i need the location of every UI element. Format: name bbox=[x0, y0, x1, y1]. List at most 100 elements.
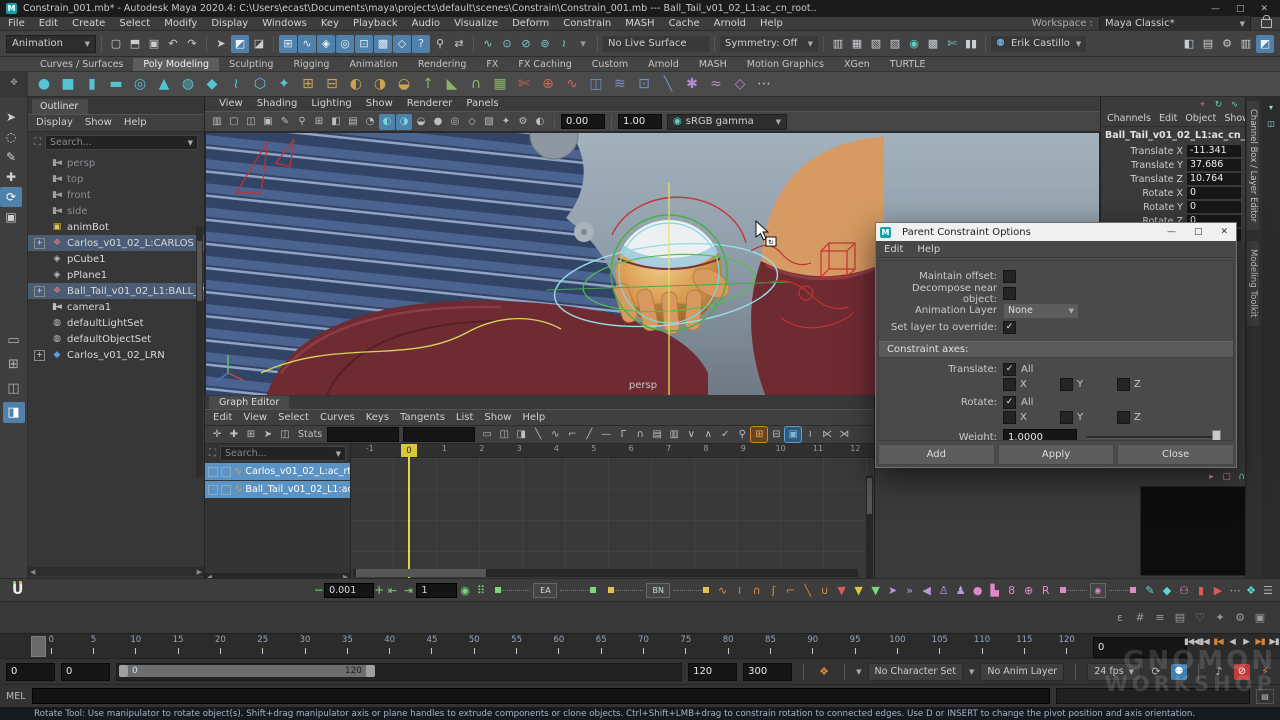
outliner-search-input[interactable]: Search...▼ bbox=[45, 135, 198, 150]
outliner-item[interactable]: ◍ defaultLightSet bbox=[28, 315, 204, 331]
render-cut-icon[interactable]: ✄ bbox=[943, 35, 961, 53]
channel-box-menu-item[interactable]: Object bbox=[1185, 113, 1216, 124]
play-backwards-button[interactable]: ◀ bbox=[1226, 637, 1238, 647]
menu-item[interactable]: Audio bbox=[412, 18, 440, 29]
menu-item[interactable]: Cache bbox=[669, 18, 700, 29]
textured-icon[interactable]: ◑ bbox=[396, 114, 412, 130]
menu-item[interactable]: MASH bbox=[625, 18, 654, 29]
edge-pin-icon[interactable]: ▾ bbox=[1264, 101, 1278, 113]
micro-tween-icon[interactable]: » bbox=[902, 582, 918, 598]
attribute-editor-toggle-icon[interactable]: ▤ bbox=[1199, 35, 1217, 53]
snap-to-curve-icon[interactable]: ∿ bbox=[298, 35, 316, 53]
prev-key-icon[interactable]: ⇤ bbox=[384, 582, 400, 598]
channel-value-field[interactable]: -11.341 bbox=[1187, 145, 1241, 157]
animbot-logo-icon[interactable]: U bbox=[12, 582, 23, 598]
expand-toggle-icon[interactable]: + bbox=[34, 350, 45, 361]
edge-split-icon[interactable]: ◫ bbox=[1264, 117, 1278, 129]
graph-editor-channel-item[interactable]: ∿ Ball_Tail_v01_02_L1:ac_cn_r bbox=[205, 481, 350, 498]
animbot-extra-icon-7[interactable]: ⚙ bbox=[1232, 610, 1248, 626]
menu-item[interactable]: Windows bbox=[262, 18, 307, 29]
frame-playback-icon[interactable]: ◫ bbox=[496, 427, 512, 442]
animbot-power-icon[interactable]: ◉ bbox=[457, 582, 473, 598]
ease-in-icon[interactable]: ≀ bbox=[732, 582, 748, 598]
bevel-icon[interactable]: ◣ bbox=[442, 74, 462, 94]
xray-icon[interactable]: ⚙ bbox=[515, 114, 531, 130]
snap-to-projected-center-icon[interactable]: ◎ bbox=[336, 35, 354, 53]
blend-slider-button[interactable]: BN bbox=[646, 583, 670, 598]
step-size-field[interactable]: 1 bbox=[416, 583, 457, 598]
viewport-menu-item[interactable]: Shading bbox=[257, 98, 298, 109]
shelf-tab[interactable]: Sculpting bbox=[219, 58, 283, 71]
boolean-difference-icon[interactable]: ◑ bbox=[370, 74, 390, 94]
tween-curve-icon[interactable]: ∿ bbox=[715, 582, 731, 598]
pose-slider[interactable]: ◉ bbox=[1060, 583, 1136, 597]
mel-label[interactable]: MEL bbox=[6, 691, 26, 702]
value-snap-icon[interactable]: ⊟ bbox=[768, 427, 784, 442]
graph-editor-menu-item[interactable]: Curves bbox=[320, 412, 355, 423]
template-box-icon[interactable] bbox=[221, 485, 231, 495]
step-icon[interactable]: ∪ bbox=[817, 582, 833, 598]
key-green-icon[interactable]: ▼ bbox=[868, 582, 884, 598]
graph-editor-playhead-flag[interactable]: 0 bbox=[401, 444, 417, 457]
smooth-icon[interactable]: ≋ bbox=[610, 74, 630, 94]
shelf-tab[interactable]: FX Caching bbox=[508, 58, 581, 71]
shelf-tab[interactable]: Poly Modeling bbox=[133, 58, 219, 71]
film-gate-icon[interactable]: ⊞ bbox=[311, 114, 327, 130]
menu-item[interactable]: Display bbox=[211, 18, 248, 29]
camera-lock-icon[interactable]: ▢ bbox=[226, 114, 242, 130]
audio-icon[interactable]: ♪ bbox=[1210, 663, 1228, 681]
lock-tangent-weight-icon[interactable]: ⚲ bbox=[734, 427, 750, 442]
symmetry-selector[interactable]: Symmetry: Off▼ bbox=[720, 36, 818, 52]
bridge-icon[interactable]: ∩ bbox=[466, 74, 486, 94]
s-curve-icon[interactable]: ʃ bbox=[766, 582, 782, 598]
clamped-tangent-icon[interactable]: ⌐ bbox=[564, 427, 580, 442]
animation-end-field[interactable]: 300 bbox=[743, 663, 792, 681]
construction-history-icon[interactable]: ∿ bbox=[479, 35, 497, 53]
graph-editor-menu-item[interactable]: View bbox=[243, 412, 267, 423]
library-icon[interactable]: ▙ bbox=[987, 582, 1003, 598]
channel-value-field[interactable]: 10.764 bbox=[1187, 173, 1241, 185]
menu-set-selector[interactable]: Animation▼ bbox=[6, 35, 96, 53]
ge-lattice-deform-icon[interactable]: ⊞ bbox=[243, 427, 259, 442]
outliner-item[interactable]: ▣ animBot bbox=[28, 219, 204, 235]
undo-icon[interactable]: ↶ bbox=[164, 35, 182, 53]
channel-row[interactable]: Translate Z 10.764 bbox=[1101, 172, 1245, 186]
shelf-tab[interactable]: FX bbox=[476, 58, 508, 71]
outliner-item[interactable]: ▮◄ persp bbox=[28, 155, 204, 171]
dialog-menu-item[interactable]: Help bbox=[917, 244, 940, 255]
edge-flow-icon[interactable]: ∿ bbox=[562, 74, 582, 94]
poly-soccer-icon[interactable]: ⬡ bbox=[250, 74, 270, 94]
panel-frame-icon[interactable]: ▢ bbox=[1220, 471, 1233, 483]
pause-viewport-icon[interactable]: ▮▮ bbox=[962, 35, 980, 53]
shadows-icon[interactable]: ● bbox=[430, 114, 446, 130]
snap-help-icon[interactable]: ? bbox=[412, 35, 430, 53]
outliner-item[interactable]: + ❖ Ball_Tail_v01_02_L1:BALL_WITH_TAIL bbox=[28, 283, 204, 299]
live-surface-field[interactable]: No Live Surface bbox=[603, 36, 709, 52]
play-forward-button[interactable]: ▶ bbox=[1240, 637, 1252, 647]
move-tool-icon[interactable]: ✚ bbox=[0, 167, 22, 187]
animbot-menu-icon[interactable]: ☰ bbox=[1260, 582, 1276, 598]
subdivide-icon[interactable]: ⊡ bbox=[634, 74, 654, 94]
mel-input[interactable] bbox=[32, 688, 1051, 704]
outliner-horizontal-scrollbar[interactable]: ◀▶ bbox=[28, 567, 204, 576]
break-tangents-icon[interactable]: ∨ bbox=[683, 427, 699, 442]
palette-icon[interactable]: ❖ bbox=[1243, 582, 1259, 598]
menu-item[interactable]: Visualize bbox=[454, 18, 498, 29]
render-sequence-icon[interactable]: ▨ bbox=[886, 35, 904, 53]
outliner-item[interactable]: ▮◄ side bbox=[28, 203, 204, 219]
menu-item[interactable]: Playback bbox=[353, 18, 398, 29]
animbot-timeline-icon[interactable]: ⚉ bbox=[1171, 664, 1187, 680]
animbot-grid-icon[interactable]: ⠿ bbox=[473, 582, 489, 598]
scale-tool-icon[interactable]: ▣ bbox=[0, 207, 22, 227]
sidebar-vertical-tab[interactable]: Channel Box / Layer Editor bbox=[1247, 101, 1259, 230]
shelf-options-icon[interactable]: ✥ bbox=[6, 76, 22, 90]
filter-icon[interactable]: ⛶ bbox=[34, 137, 41, 148]
outliner-item[interactable]: ◍ defaultObjectSet bbox=[28, 331, 204, 347]
rotation-order-icon[interactable]: R bbox=[1038, 582, 1054, 598]
tween-value-field[interactable]: 0.001 bbox=[324, 583, 374, 598]
new-scene-icon[interactable]: ▢ bbox=[107, 35, 125, 53]
swap-buffer-icon[interactable]: ▥ bbox=[666, 427, 682, 442]
panel-play-icon[interactable]: ▸ bbox=[1205, 471, 1218, 483]
increment-button[interactable]: + bbox=[374, 583, 385, 597]
channel-row[interactable]: Translate Y 37.686 bbox=[1101, 158, 1245, 172]
